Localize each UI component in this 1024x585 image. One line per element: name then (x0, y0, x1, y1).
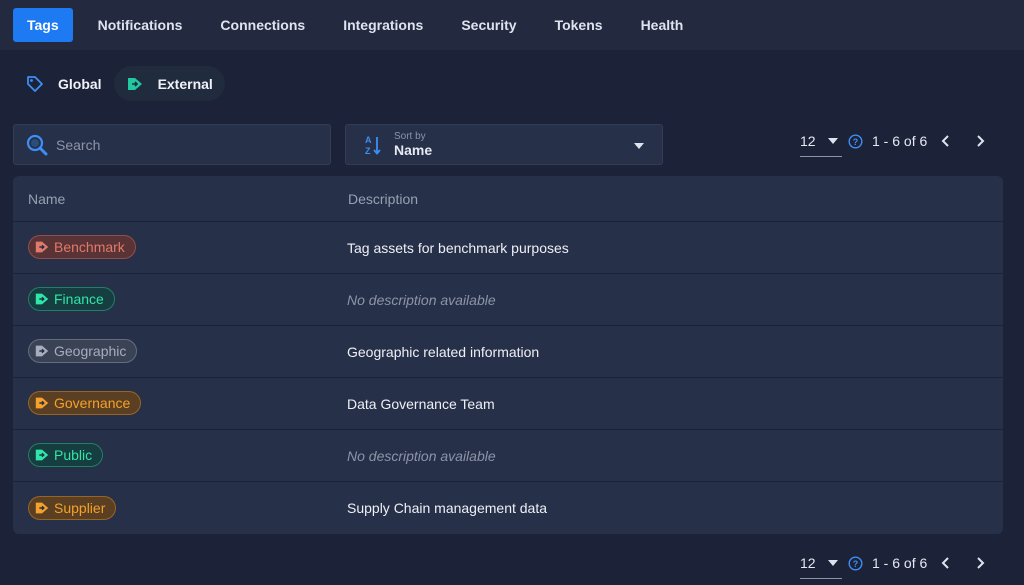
tag-chip[interactable]: Public (28, 443, 104, 467)
external-tag-icon (35, 397, 49, 409)
tag-chip[interactable]: Governance (28, 391, 142, 415)
page-size-value: 12 (800, 132, 816, 149)
cell-tag-name: Supplier (13, 495, 347, 521)
svg-text:A: A (365, 135, 372, 145)
tab-health[interactable]: Health (624, 8, 701, 42)
column-header-name: Name (28, 190, 66, 207)
table-row: Geographic Geographic related information (13, 326, 1003, 378)
tag-label: Benchmark (54, 239, 125, 255)
pagination-bottom: 12 ? 1 - 6 of 6 (800, 547, 985, 579)
cell-tag-name: Geographic (13, 339, 347, 364)
tag-label: Finance (54, 291, 104, 307)
table-header: Name Description (13, 176, 1003, 222)
sort-az-icon: A Z (365, 135, 381, 156)
chevron-down-icon (827, 137, 838, 144)
prev-page-button[interactable] (941, 556, 951, 570)
chevron-right-icon (977, 557, 985, 569)
subtab-global[interactable]: Global (14, 66, 114, 101)
next-page-button[interactable] (975, 134, 985, 148)
svg-text:?: ? (853, 559, 859, 569)
cell-description: Tag assets for benchmark purposes (347, 239, 569, 256)
external-tag-icon (127, 77, 142, 90)
prev-page-button[interactable] (941, 134, 951, 148)
help-icon[interactable]: ? (848, 133, 863, 149)
search-box (13, 124, 331, 165)
cell-description: Data Governance Team (347, 395, 495, 412)
cell-description: Geographic related information (347, 343, 540, 360)
next-page-button[interactable] (975, 556, 985, 570)
search-icon (26, 134, 48, 155)
page-size-select[interactable]: 12 (800, 547, 842, 579)
page-size-select[interactable]: 12 (800, 125, 842, 157)
tag-chip[interactable]: Supplier (28, 495, 117, 520)
table-row: Governance Data Governance Team (13, 378, 1003, 430)
subtab-external-label: External (157, 75, 213, 92)
page-size-value: 12 (800, 554, 816, 571)
sort-value: Name (394, 141, 433, 158)
external-tag-icon (35, 449, 49, 461)
chevron-right-icon (977, 135, 985, 147)
cell-tag-name: Finance (13, 287, 347, 312)
page-range: 1 - 6 of 6 (872, 133, 928, 149)
search-input[interactable] (56, 136, 316, 153)
tag-label: Geographic (54, 343, 127, 359)
svg-text:Z: Z (365, 146, 371, 156)
svg-text:?: ? (853, 137, 859, 147)
tab-tokens[interactable]: Tokens (538, 8, 620, 42)
cell-tag-name: Public (13, 443, 347, 468)
chevron-left-icon (941, 557, 949, 569)
tag-chip[interactable]: Finance (28, 287, 115, 311)
tab-notifications[interactable]: Notifications (81, 8, 200, 42)
tag-label: Governance (54, 395, 131, 411)
chevron-down-icon (634, 143, 644, 149)
sort-caption: Sort by (394, 130, 426, 142)
tab-tags[interactable]: Tags (13, 8, 73, 42)
tab-security[interactable]: Security (444, 8, 533, 42)
pagination-top: 12 ? 1 - 6 of 6 (800, 125, 985, 157)
subtabs: Global External (14, 66, 225, 101)
tag-outline-icon (27, 75, 43, 92)
top-nav: Tags Notifications Connections Integrati… (0, 0, 1024, 50)
table-row: Public No description available (13, 430, 1003, 482)
tab-integrations[interactable]: Integrations (326, 8, 440, 42)
external-tag-icon (35, 293, 49, 305)
cell-tag-name: Benchmark (13, 235, 347, 260)
page-range: 1 - 6 of 6 (872, 555, 928, 571)
tag-chip[interactable]: Geographic (28, 339, 138, 363)
cell-description: No description available (347, 291, 496, 308)
tab-connections[interactable]: Connections (203, 8, 322, 42)
cell-tag-name: Governance (13, 391, 347, 416)
cell-description: Supply Chain management data (347, 500, 548, 516)
tags-table: Name Description Benchmark Tag assets for… (13, 176, 1003, 534)
table-row: Supplier Supply Chain management data (13, 482, 1003, 534)
subtab-external[interactable]: External (113, 66, 225, 101)
chevron-left-icon (941, 135, 949, 147)
tag-chip[interactable]: Benchmark (28, 235, 136, 259)
external-tag-icon (35, 345, 49, 357)
table-row: Benchmark Tag assets for benchmark purpos… (13, 222, 1003, 274)
external-tag-icon (35, 241, 49, 253)
cell-description: No description available (347, 447, 496, 464)
table-row: Finance No description available (13, 274, 1003, 326)
external-tag-icon (35, 502, 49, 513)
tag-label: Public (54, 447, 93, 463)
help-icon[interactable]: ? (848, 555, 863, 571)
tag-label: Supplier (54, 499, 106, 516)
sort-select[interactable]: A Z Sort by Name (345, 124, 663, 165)
subtab-global-label: Global (58, 75, 102, 92)
chevron-down-icon (827, 559, 838, 566)
column-header-description: Description (348, 190, 419, 207)
